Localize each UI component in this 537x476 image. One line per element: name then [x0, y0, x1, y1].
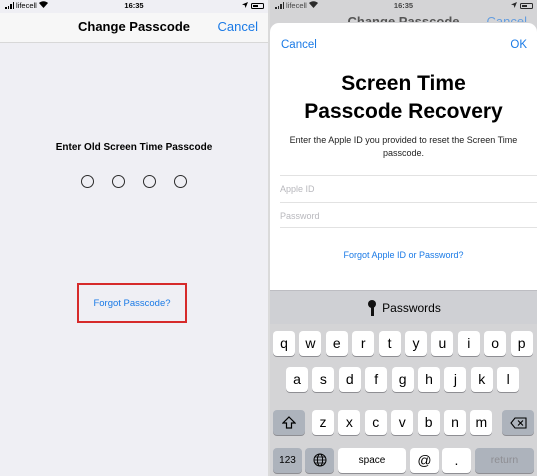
key-d[interactable]: d [338, 367, 361, 392]
delete-key[interactable] [502, 410, 534, 435]
highlight-box: Forgot Passcode? [77, 283, 187, 323]
passcode-dot [143, 175, 156, 188]
location-icon [511, 1, 517, 10]
status-time: 16:35 [393, 1, 414, 10]
key-icon [366, 299, 377, 316]
shift-icon [281, 416, 297, 429]
numbers-key[interactable]: 123 [273, 448, 302, 473]
status-bar: lifecell 16:35 [0, 0, 268, 12]
key-j[interactable]: j [444, 367, 467, 392]
sheet-cancel-button[interactable]: Cancel [281, 39, 317, 51]
key-u[interactable]: u [431, 331, 454, 356]
passcode-dots [0, 175, 268, 188]
key-q[interactable]: q [273, 331, 295, 356]
keyboard-row-3: zxcvbnm [270, 410, 537, 435]
sheet-ok-button[interactable]: OK [510, 39, 527, 51]
recovery-sheet: Cancel OK Screen Time Passcode Recovery … [270, 23, 537, 290]
forgot-apple-id-link[interactable]: Forgot Apple ID or Password? [270, 250, 537, 260]
passcode-dot [112, 175, 125, 188]
password-field[interactable]: Password [280, 202, 537, 228]
key-a[interactable]: a [286, 367, 308, 392]
key-x[interactable]: x [338, 410, 361, 435]
dot-key[interactable]: . [442, 448, 471, 473]
key-z[interactable]: z [312, 410, 334, 435]
background-cancel-button: Cancel [486, 14, 527, 22]
key-m[interactable]: m [470, 410, 493, 435]
keyboard: qwertyuiop asdfghjkl zxcvbnm 123 space @… [270, 324, 537, 476]
battery-icon [520, 2, 533, 9]
passcode-dot [174, 175, 187, 188]
key-r[interactable]: r [352, 331, 375, 356]
battery-icon [251, 2, 264, 9]
password-placeholder: Password [280, 211, 320, 221]
space-key[interactable]: space [338, 448, 406, 473]
return-key[interactable]: return [475, 448, 534, 473]
key-t[interactable]: t [378, 331, 401, 356]
shift-key[interactable] [273, 410, 305, 435]
key-k[interactable]: k [470, 367, 493, 392]
keyboard-row-1: qwertyuiop [270, 331, 537, 356]
keyboard-row-2: asdfghjkl [270, 367, 537, 392]
passwords-label: Passwords [382, 300, 441, 315]
nav-bar: Change Passcode Cancel [0, 13, 268, 43]
status-time: 16:35 [124, 1, 144, 10]
passcode-prompt: Enter Old Screen Time Passcode [55, 142, 213, 153]
key-c[interactable]: c [364, 410, 387, 435]
key-h[interactable]: h [418, 367, 440, 392]
forgot-passcode-link[interactable]: Forgot Passcode? [79, 298, 185, 309]
key-p[interactable]: p [510, 331, 533, 356]
passcode-recovery-screen: lifecell 16:35 Change Passcode Cancel Ca… [270, 0, 537, 476]
location-icon [242, 1, 248, 10]
passwords-bar[interactable]: Passwords [270, 290, 537, 324]
apple-id-field[interactable]: Apple ID [280, 175, 537, 201]
globe-icon [313, 453, 326, 467]
key-g[interactable]: g [391, 367, 414, 392]
status-bar: lifecell 16:35 [270, 0, 537, 12]
sheet-title-line1: Screen Time [341, 72, 466, 95]
delete-icon [509, 417, 527, 429]
key-b[interactable]: b [417, 410, 440, 435]
at-key[interactable]: @ [410, 448, 439, 473]
apple-id-placeholder: Apple ID [280, 184, 315, 194]
sheet-title-line2: Passcode Recovery [304, 100, 503, 123]
key-v[interactable]: v [391, 410, 414, 435]
keyboard-row-4: 123 space @ . return [270, 448, 537, 473]
key-s[interactable]: s [312, 367, 335, 392]
key-n[interactable]: n [444, 410, 466, 435]
globe-key[interactable] [305, 448, 334, 473]
key-l[interactable]: l [497, 367, 520, 392]
key-e[interactable]: e [325, 331, 348, 356]
key-o[interactable]: o [484, 331, 507, 356]
change-passcode-screen: lifecell 16:35 Change Passcode Cancel En… [0, 0, 268, 476]
key-w[interactable]: w [299, 331, 322, 356]
sheet-description: Enter the Apple ID you provided to reset… [289, 135, 518, 158]
cancel-button[interactable]: Cancel [218, 19, 258, 34]
key-y[interactable]: y [405, 331, 427, 356]
key-i[interactable]: i [457, 331, 480, 356]
passcode-dot [81, 175, 94, 188]
key-f[interactable]: f [365, 367, 388, 392]
sheet-title: Screen Time Passcode Recovery [270, 70, 537, 126]
